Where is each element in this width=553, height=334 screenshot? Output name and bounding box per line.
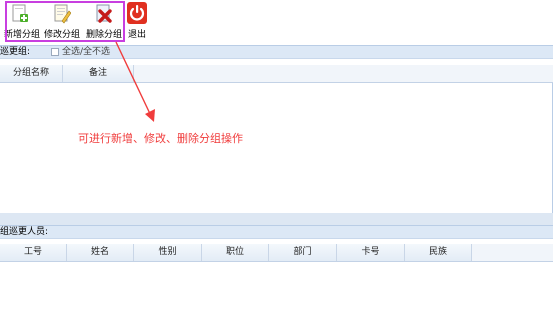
member-grid-body[interactable] (0, 262, 553, 334)
exit-button[interactable]: 退出 (126, 0, 148, 40)
column-header-card-number[interactable]: 卡号 (337, 244, 405, 261)
column-header-employee-id[interactable]: 工号 (0, 244, 67, 261)
annotation-arrow (115, 41, 155, 122)
column-header-department[interactable]: 部门 (269, 244, 337, 261)
group-grid-header-filler (134, 65, 553, 83)
pane-splitter[interactable] (0, 213, 553, 225)
group-section-header: 巡更组: 全选/全不选 (0, 45, 553, 59)
select-all-label[interactable]: 全选/全不选 (62, 46, 110, 58)
annotation-text: 可进行新增、修改、删除分组操作 (78, 132, 243, 145)
member-section-title: 组巡更人员: (0, 227, 49, 237)
group-section-title: 巡更组: (0, 47, 31, 57)
member-grid-header: 工号 姓名 性别 职位 部门 卡号 民族 (0, 244, 472, 262)
power-icon (127, 2, 147, 24)
member-grid-header-filler (472, 244, 553, 262)
toolbar-highlight-box (5, 1, 125, 42)
select-all-checkbox[interactable] (51, 48, 59, 56)
column-header-gender[interactable]: 性别 (134, 244, 202, 261)
member-section-header: 组巡更人员: (0, 225, 553, 239)
group-grid-body[interactable] (0, 83, 553, 213)
column-header-ethnicity[interactable]: 民族 (405, 244, 472, 261)
column-header-position[interactable]: 职位 (202, 244, 269, 261)
exit-label: 退出 (127, 30, 146, 40)
toolbar: 新增分组 修改分组 删除分组 退出 (0, 0, 553, 42)
column-header-name[interactable]: 姓名 (67, 244, 134, 261)
column-header-group-name[interactable]: 分组名称 (0, 65, 63, 82)
